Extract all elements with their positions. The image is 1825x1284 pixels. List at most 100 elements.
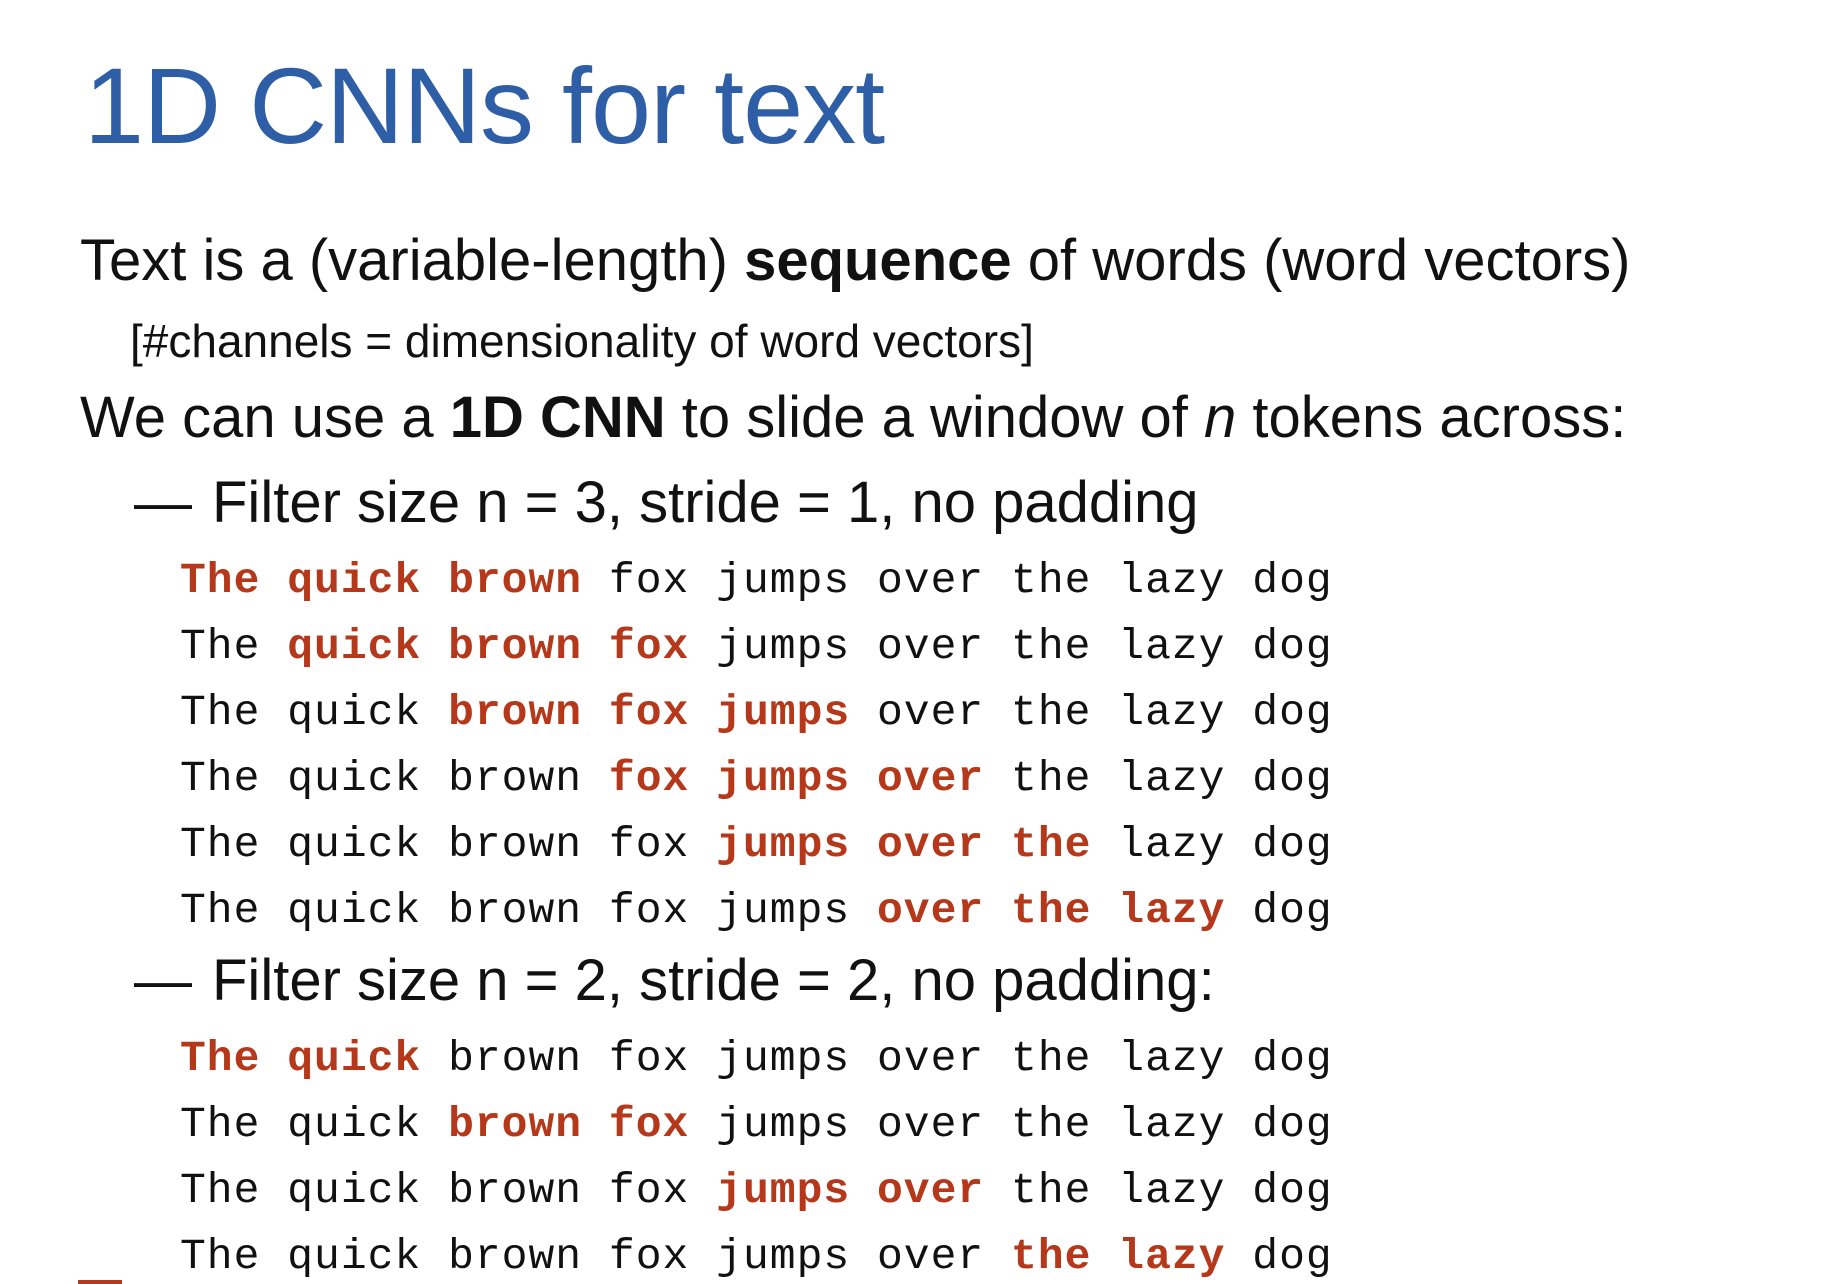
token: lazy [1118, 1034, 1226, 1083]
window-token: fox [608, 1100, 690, 1149]
token: jumps [716, 1034, 851, 1083]
window-token: quick [287, 556, 422, 605]
bullet-sequence: Text is a (variable-length) sequence of … [80, 228, 1630, 295]
dash-glyph: — [134, 948, 192, 1013]
token: quick [287, 1232, 422, 1281]
sliding-window-row: The quick brown fox jumps over the lazy … [180, 754, 1333, 803]
token: dog [1252, 556, 1333, 605]
token: the [1011, 1034, 1092, 1083]
token: dog [1252, 688, 1333, 737]
token: dog [1252, 754, 1333, 803]
token: lazy [1118, 556, 1226, 605]
token: dog [1252, 1166, 1333, 1215]
window-token: the [1011, 886, 1092, 935]
token: over [877, 1034, 985, 1083]
token: brown [448, 1034, 583, 1083]
sliding-window-row: The quick brown fox jumps over the lazy … [180, 556, 1333, 605]
token: fox [608, 820, 690, 869]
sliding-window-row: The quick brown fox jumps over the lazy … [180, 1232, 1333, 1281]
token: The [180, 1232, 261, 1281]
token: brown [448, 754, 583, 803]
bullet-cnn-middle: to slide a window of [665, 385, 1205, 450]
token: dog [1252, 1034, 1333, 1083]
sliding-window-row: The quick brown fox jumps over the lazy … [180, 820, 1333, 869]
token: jumps [716, 556, 851, 605]
token: The [180, 1100, 261, 1149]
slide-title: 1D CNNs for text [84, 45, 885, 166]
token: over [877, 688, 985, 737]
token: The [180, 688, 261, 737]
window-token: brown [448, 622, 583, 671]
token: jumps [716, 1232, 851, 1281]
sliding-window-row: The quick brown fox jumps over the lazy … [180, 622, 1333, 671]
section-label: Filter size n = 2, stride = 2, no paddin… [212, 948, 1215, 1013]
window-token: brown [448, 556, 583, 605]
window-token: over [877, 754, 985, 803]
window-token: jumps [716, 688, 851, 737]
token: quick [287, 886, 422, 935]
token: quick [287, 1100, 422, 1149]
sliding-window-row: The quick brown fox jumps over the lazy … [180, 886, 1333, 935]
bullet-sequence-suffix: of words (word vectors) [1011, 228, 1631, 293]
window-token: fox [608, 754, 690, 803]
window-token: brown [448, 688, 583, 737]
token: The [180, 886, 261, 935]
token: dog [1252, 1232, 1333, 1281]
token: over [877, 556, 985, 605]
window-token: brown [448, 1100, 583, 1149]
token: lazy [1118, 622, 1226, 671]
section-filter-3-label: — Filter size n = 3, stride = 1, no paddi… [134, 470, 1199, 537]
token: lazy [1118, 1166, 1226, 1215]
token: brown [448, 886, 583, 935]
token: quick [287, 754, 422, 803]
token: quick [287, 820, 422, 869]
window-token: The [180, 556, 261, 605]
token: fox [608, 556, 690, 605]
bullet-sequence-prefix: Text is a (variable-length) [80, 228, 745, 293]
window-token: lazy [1118, 1232, 1226, 1281]
token: The [180, 622, 261, 671]
token: dog [1252, 886, 1333, 935]
token: jumps [716, 622, 851, 671]
token: over [877, 1100, 985, 1149]
bullet-cnn-italic: n [1204, 385, 1237, 450]
token: dog [1252, 1100, 1333, 1149]
token: jumps [716, 886, 851, 935]
bullet-cnn-bold: 1D CNN [449, 385, 666, 450]
token: jumps [716, 1100, 851, 1149]
token: the [1011, 754, 1092, 803]
section-filter-2-label: — Filter size n = 2, stride = 2, no paddi… [134, 948, 1215, 1015]
token: fox [608, 1034, 690, 1083]
token: brown [448, 1232, 583, 1281]
window-token: jumps [716, 820, 851, 869]
token: fox [608, 886, 690, 935]
window-token: fox [608, 688, 690, 737]
window-token: over [877, 886, 985, 935]
dash-glyph: — [134, 470, 192, 535]
token: The [180, 754, 261, 803]
token: the [1011, 556, 1092, 605]
token: the [1011, 622, 1092, 671]
bullet-sequence-bold: sequence [744, 228, 1012, 293]
token: The [180, 1166, 261, 1215]
token: quick [287, 688, 422, 737]
window-token: The [180, 1034, 261, 1083]
window-token: lazy [1118, 886, 1226, 935]
window-token: the [1011, 1232, 1092, 1281]
channels-note: [#channels = dimensionality of word vect… [130, 315, 1034, 367]
bullet-cnn-suffix: tokens across: [1236, 385, 1627, 450]
token: the [1011, 1166, 1092, 1215]
sliding-window-row: The quick brown fox jumps over the lazy … [180, 1034, 1333, 1083]
window-token: quick [287, 622, 422, 671]
section-label: Filter size n = 3, stride = 1, no paddin… [212, 470, 1199, 535]
token: lazy [1118, 754, 1226, 803]
token: over [877, 622, 985, 671]
corner-mark [78, 1280, 122, 1284]
window-token: over [877, 1166, 985, 1215]
token: lazy [1118, 1100, 1226, 1149]
window-token: jumps [716, 1166, 851, 1215]
token: The [180, 820, 261, 869]
sliding-window-row: The quick brown fox jumps over the lazy … [180, 688, 1333, 737]
token: brown [448, 820, 583, 869]
window-token: fox [608, 622, 690, 671]
